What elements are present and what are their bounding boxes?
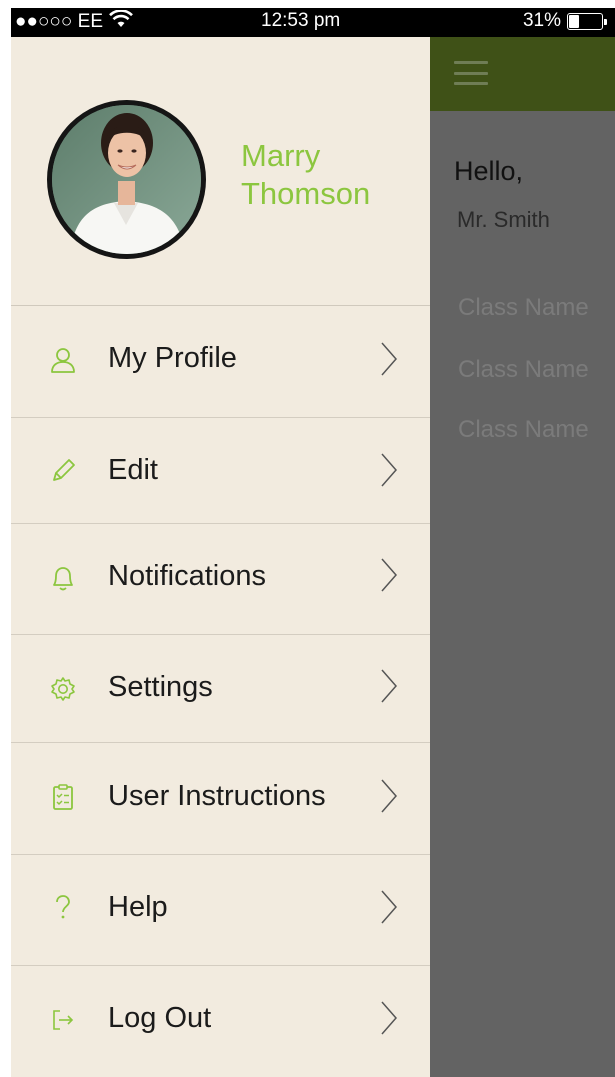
profile-first-name: Marry (241, 138, 321, 173)
chevron-right-icon (379, 668, 399, 704)
class-item[interactable]: Class Name (458, 356, 589, 384)
chevron-right-icon (379, 557, 399, 593)
phone-screen: ●●○○○ EE 12:53 pm 31% Hello, Mr. Smith C… (11, 8, 615, 1077)
status-time: 12:53 pm (261, 10, 341, 31)
app-header (430, 37, 615, 111)
bell-icon (49, 564, 77, 592)
chevron-right-icon (379, 1000, 399, 1036)
navigation-drawer: Marry Thomson My Profile Edit Notificati… (11, 37, 430, 1077)
status-right: 31% (522, 10, 607, 32)
menu-item-help[interactable]: Help (11, 855, 430, 966)
hamburger-menu-icon[interactable] (454, 61, 488, 85)
chevron-right-icon (379, 341, 399, 377)
app-content: Hello, Mr. Smith Class Name Class Name C… (430, 111, 615, 1077)
class-item[interactable]: Class Name (458, 416, 589, 444)
chevron-right-icon (379, 452, 399, 488)
user-icon (49, 346, 77, 374)
menu-item-label: User Instructions (108, 780, 326, 812)
menu-item-settings[interactable]: Settings (11, 635, 430, 743)
profile-last-name: Thomson (241, 176, 371, 211)
teacher-name: Mr. Smith (457, 207, 550, 232)
menu-item-my-profile[interactable]: My Profile (11, 306, 430, 418)
carrier-signal: ●●○○○ EE (15, 11, 104, 32)
battery-icon (567, 12, 607, 30)
menu-item-log-out[interactable]: Log Out (11, 966, 430, 1076)
greeting-text: Hello, (454, 156, 524, 186)
battery-fill (569, 14, 579, 28)
menu-item-edit[interactable]: Edit (11, 418, 430, 524)
menu-item-label: Help (108, 891, 168, 923)
question-icon (49, 893, 77, 921)
status-bar: ●●○○○ EE 12:53 pm 31% (11, 8, 615, 37)
clipboard-checklist-icon (49, 783, 77, 811)
menu-item-label: Edit (108, 454, 158, 486)
logout-icon (49, 1006, 77, 1034)
profile-name: Marry Thomson (241, 137, 421, 213)
class-item[interactable]: Class Name (458, 294, 589, 322)
menu-item-label: Log Out (108, 1002, 212, 1034)
status-left: ●●○○○ EE (15, 9, 133, 34)
teacher-photo-icon (52, 105, 201, 254)
drawer-menu: My Profile Edit Notifications Settings U… (11, 306, 430, 1076)
menu-item-label: My Profile (108, 342, 237, 374)
menu-item-label: Settings (108, 671, 213, 703)
profile-header: Marry Thomson (11, 37, 430, 306)
avatar[interactable] (47, 100, 206, 259)
menu-item-notifications[interactable]: Notifications (11, 524, 430, 635)
wifi-icon (109, 9, 133, 34)
pencil-icon (49, 457, 77, 485)
menu-item-user-instructions[interactable]: User Instructions (11, 743, 430, 855)
gear-icon (49, 675, 77, 703)
chevron-right-icon (379, 889, 399, 925)
menu-item-label: Notifications (108, 560, 266, 592)
battery-percent: 31% (522, 10, 561, 31)
chevron-right-icon (379, 778, 399, 814)
